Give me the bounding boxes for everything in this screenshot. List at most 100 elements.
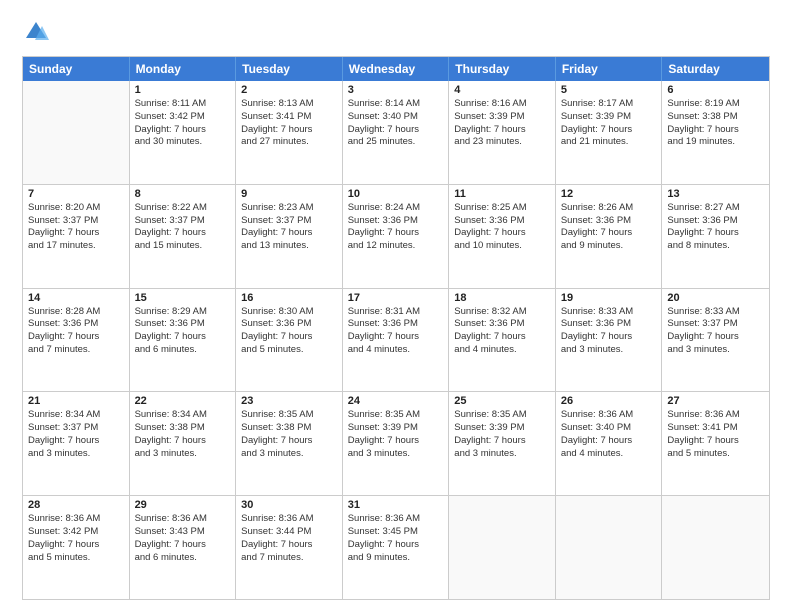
cell-info-line: Sunrise: 8:20 AM [28,202,124,215]
calendar-cell-w2d2: 8 Sunrise: 8:22 AMSunset: 3:37 PMDaylight… [130,185,237,288]
cell-info-line: and 8 minutes. [667,240,764,253]
calendar-header-saturday: Saturday [662,57,769,81]
cell-info-line: Sunset: 3:40 PM [561,422,657,435]
cell-info-line: Sunset: 3:37 PM [135,215,231,228]
cell-info-line: and 7 minutes. [28,344,124,357]
day-number: 31 [348,499,444,511]
cell-info-line: Sunrise: 8:19 AM [667,98,764,111]
cell-info-line: Daylight: 7 hours [561,124,657,137]
calendar-cell-w5d6 [556,496,663,599]
calendar-cell-w3d7: 20Sunrise: 8:33 AMSunset: 3:37 PMDayligh… [662,289,769,392]
day-number: 16 [241,292,337,304]
calendar-header-monday: Monday [130,57,237,81]
cell-info-line: Sunset: 3:36 PM [561,215,657,228]
day-number: 1 [135,84,231,96]
cell-info-line: Sunrise: 8:33 AM [667,306,764,319]
calendar-cell-w1d6: 5Sunrise: 8:17 AMSunset: 3:39 PMDaylight… [556,81,663,184]
cell-info-line: Sunset: 3:39 PM [454,111,550,124]
cell-info-line: and 13 minutes. [241,240,337,253]
calendar-body: 1Sunrise: 8:11 AMSunset: 3:42 PMDaylight… [23,81,769,599]
day-number: 11 [454,188,550,200]
calendar-cell-w5d1: 28Sunrise: 8:36 AMSunset: 3:42 PMDayligh… [23,496,130,599]
cell-info-line: Daylight: 7 hours [135,435,231,448]
cell-info-line: Sunset: 3:42 PM [135,111,231,124]
cell-info-line: and 15 minutes. [135,240,231,253]
calendar-cell-w2d6: 12Sunrise: 8:26 AMSunset: 3:36 PMDayligh… [556,185,663,288]
calendar-cell-w4d5: 25Sunrise: 8:35 AMSunset: 3:39 PMDayligh… [449,392,556,495]
calendar-cell-w2d3: 9Sunrise: 8:23 AMSunset: 3:37 PMDaylight… [236,185,343,288]
day-number: 12 [561,188,657,200]
calendar-cell-w1d2: 1Sunrise: 8:11 AMSunset: 3:42 PMDaylight… [130,81,237,184]
calendar-header-sunday: Sunday [23,57,130,81]
cell-info-line: Daylight: 7 hours [561,435,657,448]
day-number: 6 [667,84,764,96]
day-number: 7 [28,188,124,200]
calendar-cell-w4d4: 24Sunrise: 8:35 AMSunset: 3:39 PMDayligh… [343,392,450,495]
cell-info-line: Daylight: 7 hours [135,124,231,137]
cell-info-line: Daylight: 7 hours [241,124,337,137]
cell-info-line: Sunrise: 8:35 AM [241,409,337,422]
cell-info-line: Daylight: 7 hours [454,331,550,344]
day-number: 26 [561,395,657,407]
logo [22,18,53,46]
calendar-cell-w2d5: 11Sunrise: 8:25 AMSunset: 3:36 PMDayligh… [449,185,556,288]
cell-info-line: Sunrise: 8:35 AM [454,409,550,422]
calendar-cell-w5d2: 29Sunrise: 8:36 AMSunset: 3:43 PMDayligh… [130,496,237,599]
calendar-cell-w5d5 [449,496,556,599]
cell-info-line: Sunrise: 8:23 AM [241,202,337,215]
cell-info-line: Sunset: 3:41 PM [241,111,337,124]
day-number: 28 [28,499,124,511]
calendar-cell-w2d1: 7Sunrise: 8:20 AMSunset: 3:37 PMDaylight… [23,185,130,288]
day-number: 4 [454,84,550,96]
cell-info-line: and 3 minutes. [241,448,337,461]
cell-info-line: Daylight: 7 hours [348,227,444,240]
calendar-cell-w3d3: 16Sunrise: 8:30 AMSunset: 3:36 PMDayligh… [236,289,343,392]
day-number: 21 [28,395,124,407]
calendar-cell-w5d3: 30Sunrise: 8:36 AMSunset: 3:44 PMDayligh… [236,496,343,599]
calendar-week-1: 1Sunrise: 8:11 AMSunset: 3:42 PMDaylight… [23,81,769,184]
cell-info-line: Daylight: 7 hours [241,539,337,552]
day-number: 2 [241,84,337,96]
day-number: 22 [135,395,231,407]
cell-info-line: Daylight: 7 hours [667,435,764,448]
cell-info-line: Sunrise: 8:22 AM [135,202,231,215]
cell-info-line: and 9 minutes. [348,552,444,565]
calendar-cell-w3d1: 14Sunrise: 8:28 AMSunset: 3:36 PMDayligh… [23,289,130,392]
day-number: 17 [348,292,444,304]
cell-info-line: Daylight: 7 hours [135,227,231,240]
cell-info-line: and 19 minutes. [667,136,764,149]
calendar-cell-w2d7: 13Sunrise: 8:27 AMSunset: 3:36 PMDayligh… [662,185,769,288]
cell-info-line: Sunrise: 8:14 AM [348,98,444,111]
cell-info-line: Sunset: 3:38 PM [667,111,764,124]
calendar-header-tuesday: Tuesday [236,57,343,81]
cell-info-line: Daylight: 7 hours [348,331,444,344]
cell-info-line: Daylight: 7 hours [561,227,657,240]
cell-info-line: Sunset: 3:37 PM [28,215,124,228]
cell-info-line: and 4 minutes. [348,344,444,357]
cell-info-line: Daylight: 7 hours [241,331,337,344]
calendar-cell-w3d2: 15Sunrise: 8:29 AMSunset: 3:36 PMDayligh… [130,289,237,392]
header [22,18,770,46]
calendar-cell-w4d1: 21Sunrise: 8:34 AMSunset: 3:37 PMDayligh… [23,392,130,495]
cell-info-line: Sunset: 3:39 PM [454,422,550,435]
calendar-week-5: 28Sunrise: 8:36 AMSunset: 3:42 PMDayligh… [23,495,769,599]
cell-info-line: Sunset: 3:39 PM [561,111,657,124]
calendar-week-4: 21Sunrise: 8:34 AMSunset: 3:37 PMDayligh… [23,391,769,495]
day-number: 10 [348,188,444,200]
calendar-header-row: SundayMondayTuesdayWednesdayThursdayFrid… [23,57,769,81]
calendar-cell-w4d2: 22Sunrise: 8:34 AMSunset: 3:38 PMDayligh… [130,392,237,495]
cell-info-line: Sunrise: 8:31 AM [348,306,444,319]
cell-info-line: Sunrise: 8:30 AM [241,306,337,319]
day-number: 8 [135,188,231,200]
cell-info-line: Sunset: 3:37 PM [241,215,337,228]
cell-info-line: and 4 minutes. [561,448,657,461]
cell-info-line: Daylight: 7 hours [241,435,337,448]
calendar-header-friday: Friday [556,57,663,81]
cell-info-line: Sunset: 3:40 PM [348,111,444,124]
cell-info-line: Daylight: 7 hours [667,124,764,137]
day-number: 29 [135,499,231,511]
day-number: 25 [454,395,550,407]
cell-info-line: and 3 minutes. [667,344,764,357]
cell-info-line: Sunset: 3:36 PM [667,215,764,228]
cell-info-line: and 3 minutes. [135,448,231,461]
